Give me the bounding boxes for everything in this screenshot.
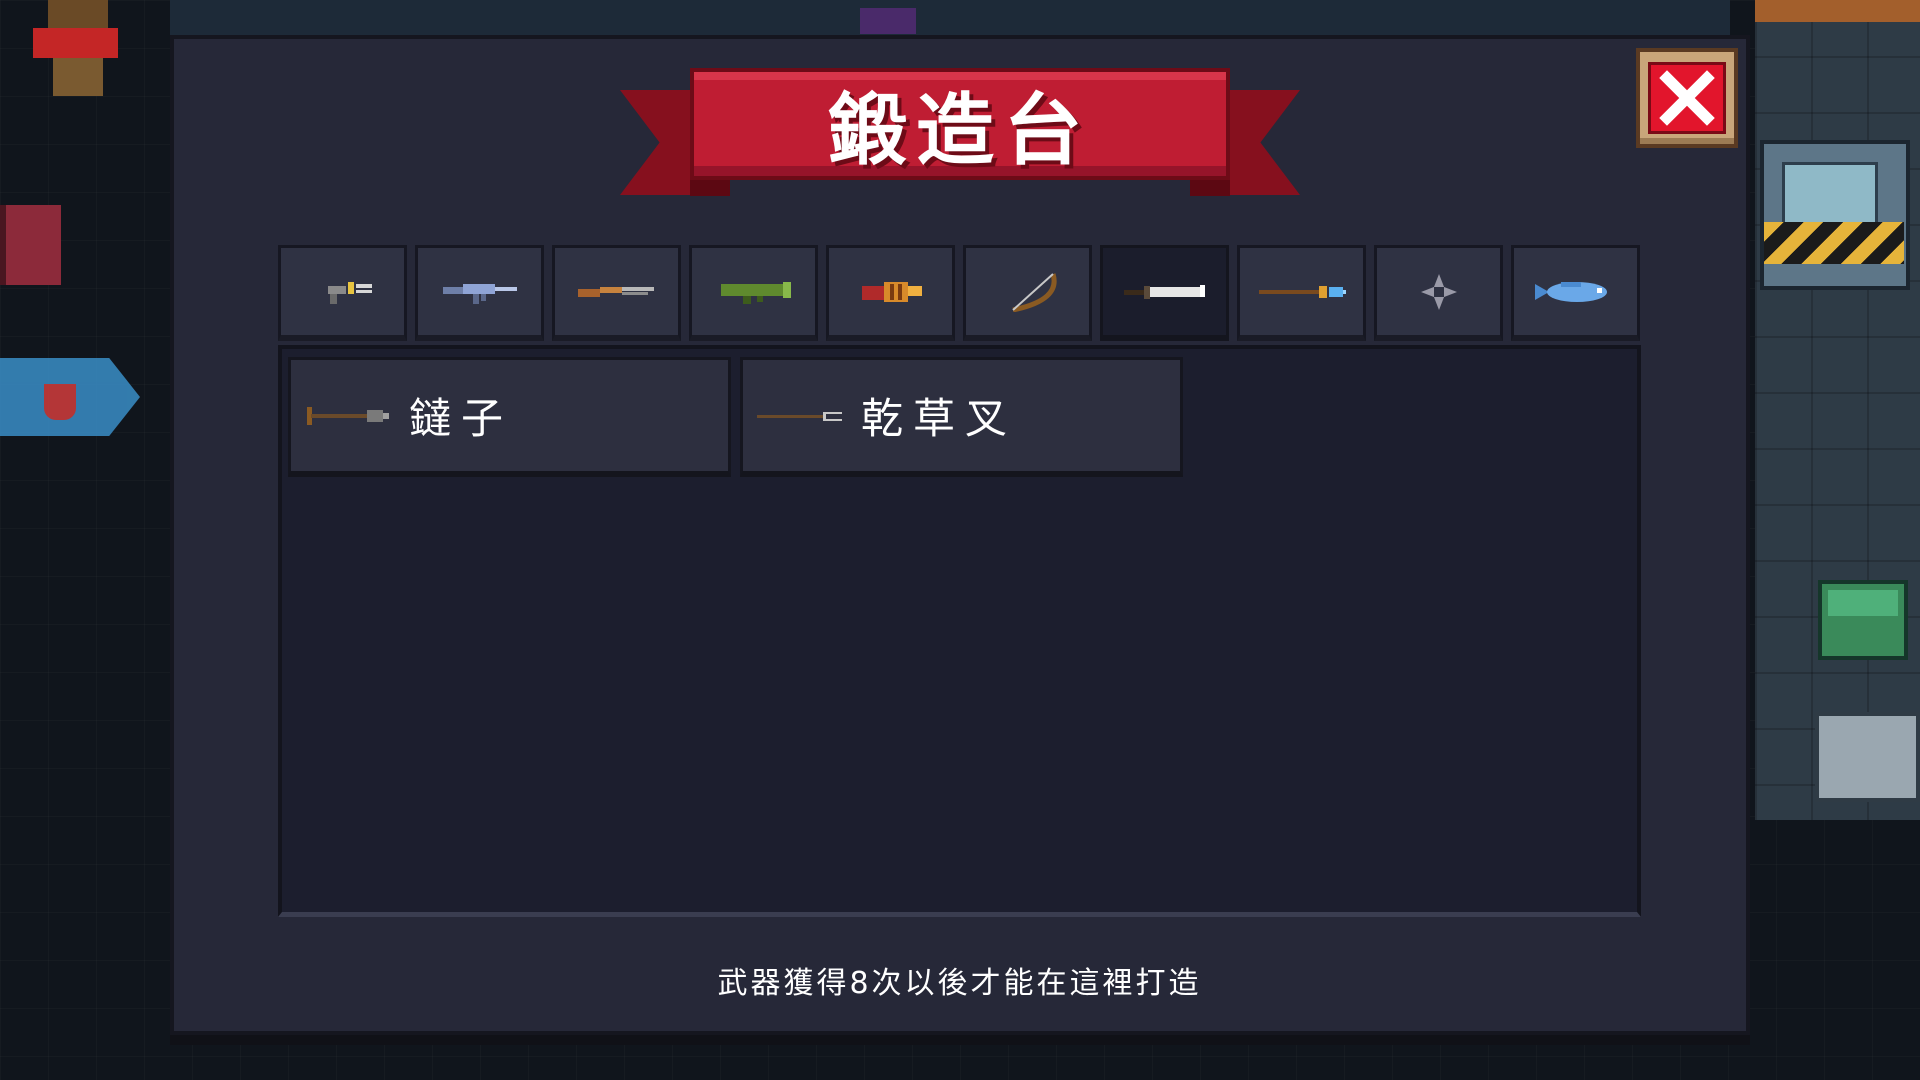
close-button[interactable] xyxy=(1636,48,1738,148)
recipe-item-crossbow-bolt[interactable]: 鐽子 xyxy=(288,357,731,477)
fish-icon xyxy=(1534,281,1607,302)
forge-hint-text: 武器獲得8次以後才能在這裡打造 xyxy=(717,966,1202,1001)
tab-fish[interactable] xyxy=(1511,245,1640,341)
title-banner: 鍛造台 xyxy=(620,68,1300,218)
heavy-blaster-icon xyxy=(861,281,922,302)
ribbon-main: 鍛造台 xyxy=(690,68,1230,180)
right-room-pipe xyxy=(1755,0,1920,22)
hazard-stripes xyxy=(1764,222,1904,264)
character-body xyxy=(33,28,118,58)
right-room-floor xyxy=(1755,0,1920,820)
tab-bow[interactable] xyxy=(963,245,1092,341)
spear-icon xyxy=(1258,285,1346,298)
recipe-item-label: 乾草叉 xyxy=(861,394,1018,443)
tab-shotgun[interactable] xyxy=(552,245,681,341)
shotgun-icon xyxy=(577,286,654,297)
potion-flask-icon xyxy=(44,384,76,420)
lab-machine xyxy=(1760,140,1910,290)
metal-crate xyxy=(1815,712,1920,802)
tab-sword[interactable] xyxy=(1100,245,1229,341)
pistol-icon xyxy=(327,281,372,304)
bow-icon xyxy=(1011,272,1057,312)
dialog-title: 鍛造台 xyxy=(827,86,1092,176)
machine-screen xyxy=(1782,162,1878,228)
player-character xyxy=(28,0,118,100)
chest-lid xyxy=(1828,590,1898,616)
green-chest xyxy=(1818,580,1908,660)
crossbow-bolt-icon xyxy=(307,406,389,425)
character-legs xyxy=(53,58,103,96)
tab-rifle[interactable] xyxy=(415,245,544,341)
close-button-face xyxy=(1648,62,1726,134)
pitchfork-icon xyxy=(757,411,842,421)
red-cabinet xyxy=(0,205,61,285)
sword-icon xyxy=(1123,284,1205,299)
weapon-category-tabs xyxy=(278,245,1640,341)
recipe-item-label: 鐽子 xyxy=(409,394,514,443)
tab-pistol[interactable] xyxy=(278,245,407,341)
recipe-list-panel: 鐽子 乾草叉 xyxy=(278,345,1641,917)
rifle-icon xyxy=(442,283,517,304)
wall-door xyxy=(860,8,916,34)
tab-shuriken[interactable] xyxy=(1374,245,1503,341)
tab-spear[interactable] xyxy=(1237,245,1366,341)
recipe-item-pitchfork[interactable]: 乾草叉 xyxy=(740,357,1183,477)
rocket-launcher-icon xyxy=(720,281,791,304)
close-x-icon xyxy=(1659,70,1715,126)
shuriken-icon xyxy=(1420,273,1457,310)
tab-rocket-launcher[interactable] xyxy=(689,245,818,341)
tab-heavy-blaster[interactable] xyxy=(826,245,955,341)
